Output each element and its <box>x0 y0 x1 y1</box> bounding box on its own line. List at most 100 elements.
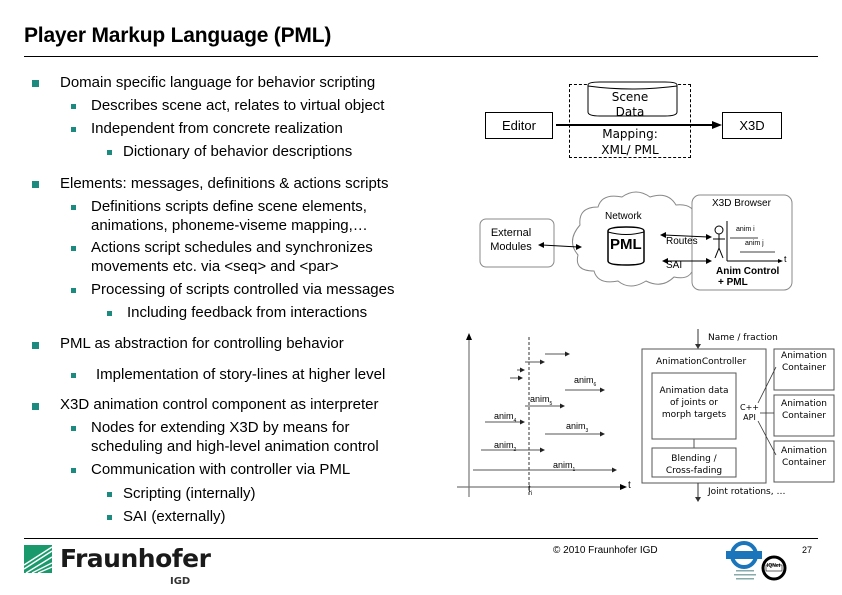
y-axis-arrow <box>466 333 472 340</box>
arrow-anim2-head <box>540 447 545 453</box>
arrow-anim6-head <box>600 387 605 393</box>
api-line1: C++ <box>740 403 759 412</box>
sub-bullet-marker <box>71 288 76 293</box>
fraunhofer-wordmark: Fraunhofer <box>60 544 211 573</box>
timeline-svg <box>457 333 627 497</box>
input-label: Name / fraction <box>708 333 778 343</box>
bullet-3: PML as abstraction for controlling behav… <box>60 335 344 352</box>
bullet-4-1-line2: scheduling and high-level animation cont… <box>91 438 379 455</box>
anim4-label: anim4 <box>494 411 516 424</box>
external-label: External <box>490 227 532 239</box>
routes-label: Routes <box>666 236 698 247</box>
sub-bullet-marker <box>71 127 76 132</box>
arrow-top-4-head <box>518 375 523 381</box>
network-label: Network <box>605 211 642 222</box>
sub-bullet-marker <box>71 246 76 251</box>
bullet-1: Domain specific language for behavior sc… <box>60 74 376 91</box>
anim2-sub: 2 <box>513 446 517 453</box>
anim-control-line1: Anim Control <box>716 266 780 277</box>
anim2-text: anim <box>494 440 514 450</box>
arrow-top-3-head <box>520 367 525 373</box>
sub-bullet-marker <box>71 373 76 378</box>
external-modules-label: External Modules <box>488 226 534 254</box>
anim5-label: anim5 <box>530 394 552 407</box>
anim-control-line2: + PML <box>718 277 748 288</box>
anim-control-label: Anim Control + PML <box>716 266 779 288</box>
copyright: © 2010 Fraunhofer IGD <box>553 545 658 556</box>
bullet-1-1: Describes scene act, relates to virtual … <box>91 97 385 114</box>
container-2-line1: Animation <box>781 399 827 409</box>
page-number: 27 <box>802 545 813 555</box>
anim6-sub: 6 <box>593 381 597 388</box>
container-3-label: Animation Container <box>774 445 834 469</box>
bullet-marker <box>32 342 39 349</box>
sub-bullet-marker <box>71 104 76 109</box>
arrow-top-2-head <box>540 359 545 365</box>
arrow-anim1-head <box>612 467 617 473</box>
bullet-2-1-line2: animations, phoneme-viseme mapping,… <box>91 217 368 234</box>
sub-bullet-marker <box>71 426 76 431</box>
anim6-label: anim6 <box>574 375 596 388</box>
scene-label: Scene <box>611 90 649 104</box>
sai-label: SAI <box>666 260 683 271</box>
sub-sub-bullet-marker <box>107 492 112 497</box>
container-1-line2: Container <box>782 363 826 373</box>
bullet-2-3-1: Including feedback from interactions <box>127 304 368 321</box>
bullet-4-2: Communication with controller via PML <box>91 461 351 478</box>
bullet-2-3: Processing of scripts controlled via mes… <box>91 281 395 298</box>
anim6-text: anim <box>574 375 594 385</box>
arrow-anim5-head <box>560 403 565 409</box>
container-1-label: Animation Container <box>774 350 834 374</box>
person-head <box>714 225 724 235</box>
bullet-marker <box>32 80 39 87</box>
anim4-sub: 4 <box>513 417 517 424</box>
data-label: Data <box>615 105 645 119</box>
controller-label: AnimationController <box>656 357 747 367</box>
anim-data-line1: Animation data <box>659 386 729 396</box>
anim-data-line3: morph targets <box>661 410 727 420</box>
sub-bullet-marker <box>71 205 76 210</box>
sub-bullet-marker <box>71 468 76 473</box>
anim5-text: anim <box>530 394 550 404</box>
sub-sub-bullet-marker <box>107 150 112 155</box>
bullet-marker <box>32 403 39 410</box>
sub-sub-bullet-marker <box>107 311 112 316</box>
blending-label: Blending / Cross-fading <box>652 453 736 477</box>
anim5-sub: 5 <box>549 400 553 407</box>
pml-label: PML <box>610 236 642 253</box>
blending-line2: Cross-fading <box>665 466 723 476</box>
modules-label: Modules <box>490 241 532 253</box>
slide-title: Player Markup Language (PML) <box>24 24 332 47</box>
mapping-label: Mapping: XML/ PML <box>575 126 685 158</box>
bullet-1-2-1: Dictionary of behavior descriptions <box>123 143 353 160</box>
anim3-label: anim3 <box>566 421 588 434</box>
anim1-text: anim <box>553 460 573 470</box>
arrow-anim3-head <box>600 431 605 437</box>
container-2-label: Animation Container <box>774 398 834 422</box>
browser-t-label: t <box>784 254 787 264</box>
anim3-sub: 3 <box>585 427 589 434</box>
fraunhofer-sub: IGD <box>170 576 191 587</box>
ti-marker-label: ti <box>528 484 532 497</box>
bullet-4-2-1: Scripting (internally) <box>123 485 256 502</box>
anim-i-label: anim i <box>736 226 755 233</box>
arrow-anim4-head <box>520 419 525 425</box>
anim1-label: anim1 <box>553 460 575 473</box>
bullet-3-1: Implementation of story-lines at higher … <box>96 366 386 383</box>
title-rule <box>24 56 818 57</box>
sub-sub-bullet-marker <box>107 515 112 520</box>
bullet-4-2-2: SAI (externally) <box>123 508 226 525</box>
anim1-sub: 1 <box>572 466 576 473</box>
x3d-browser-label: X3D Browser <box>712 198 771 209</box>
cert-logo-icon <box>726 541 787 581</box>
bullet-marker <box>32 181 39 188</box>
footer-rule <box>24 538 818 539</box>
arrow-top-1-head <box>565 351 570 357</box>
anim-data-label: Animation data of joints or morph target… <box>652 385 736 421</box>
container-2-line2: Container <box>782 411 826 421</box>
bullet-1-2: Independent from concrete realization <box>91 120 343 137</box>
api-label: C++ API <box>740 403 759 423</box>
ti-sub: i <box>530 491 533 497</box>
fraunhofer-logo-icon <box>24 545 52 573</box>
bullet-2-1-line1: Definitions scripts define scene element… <box>91 198 367 215</box>
